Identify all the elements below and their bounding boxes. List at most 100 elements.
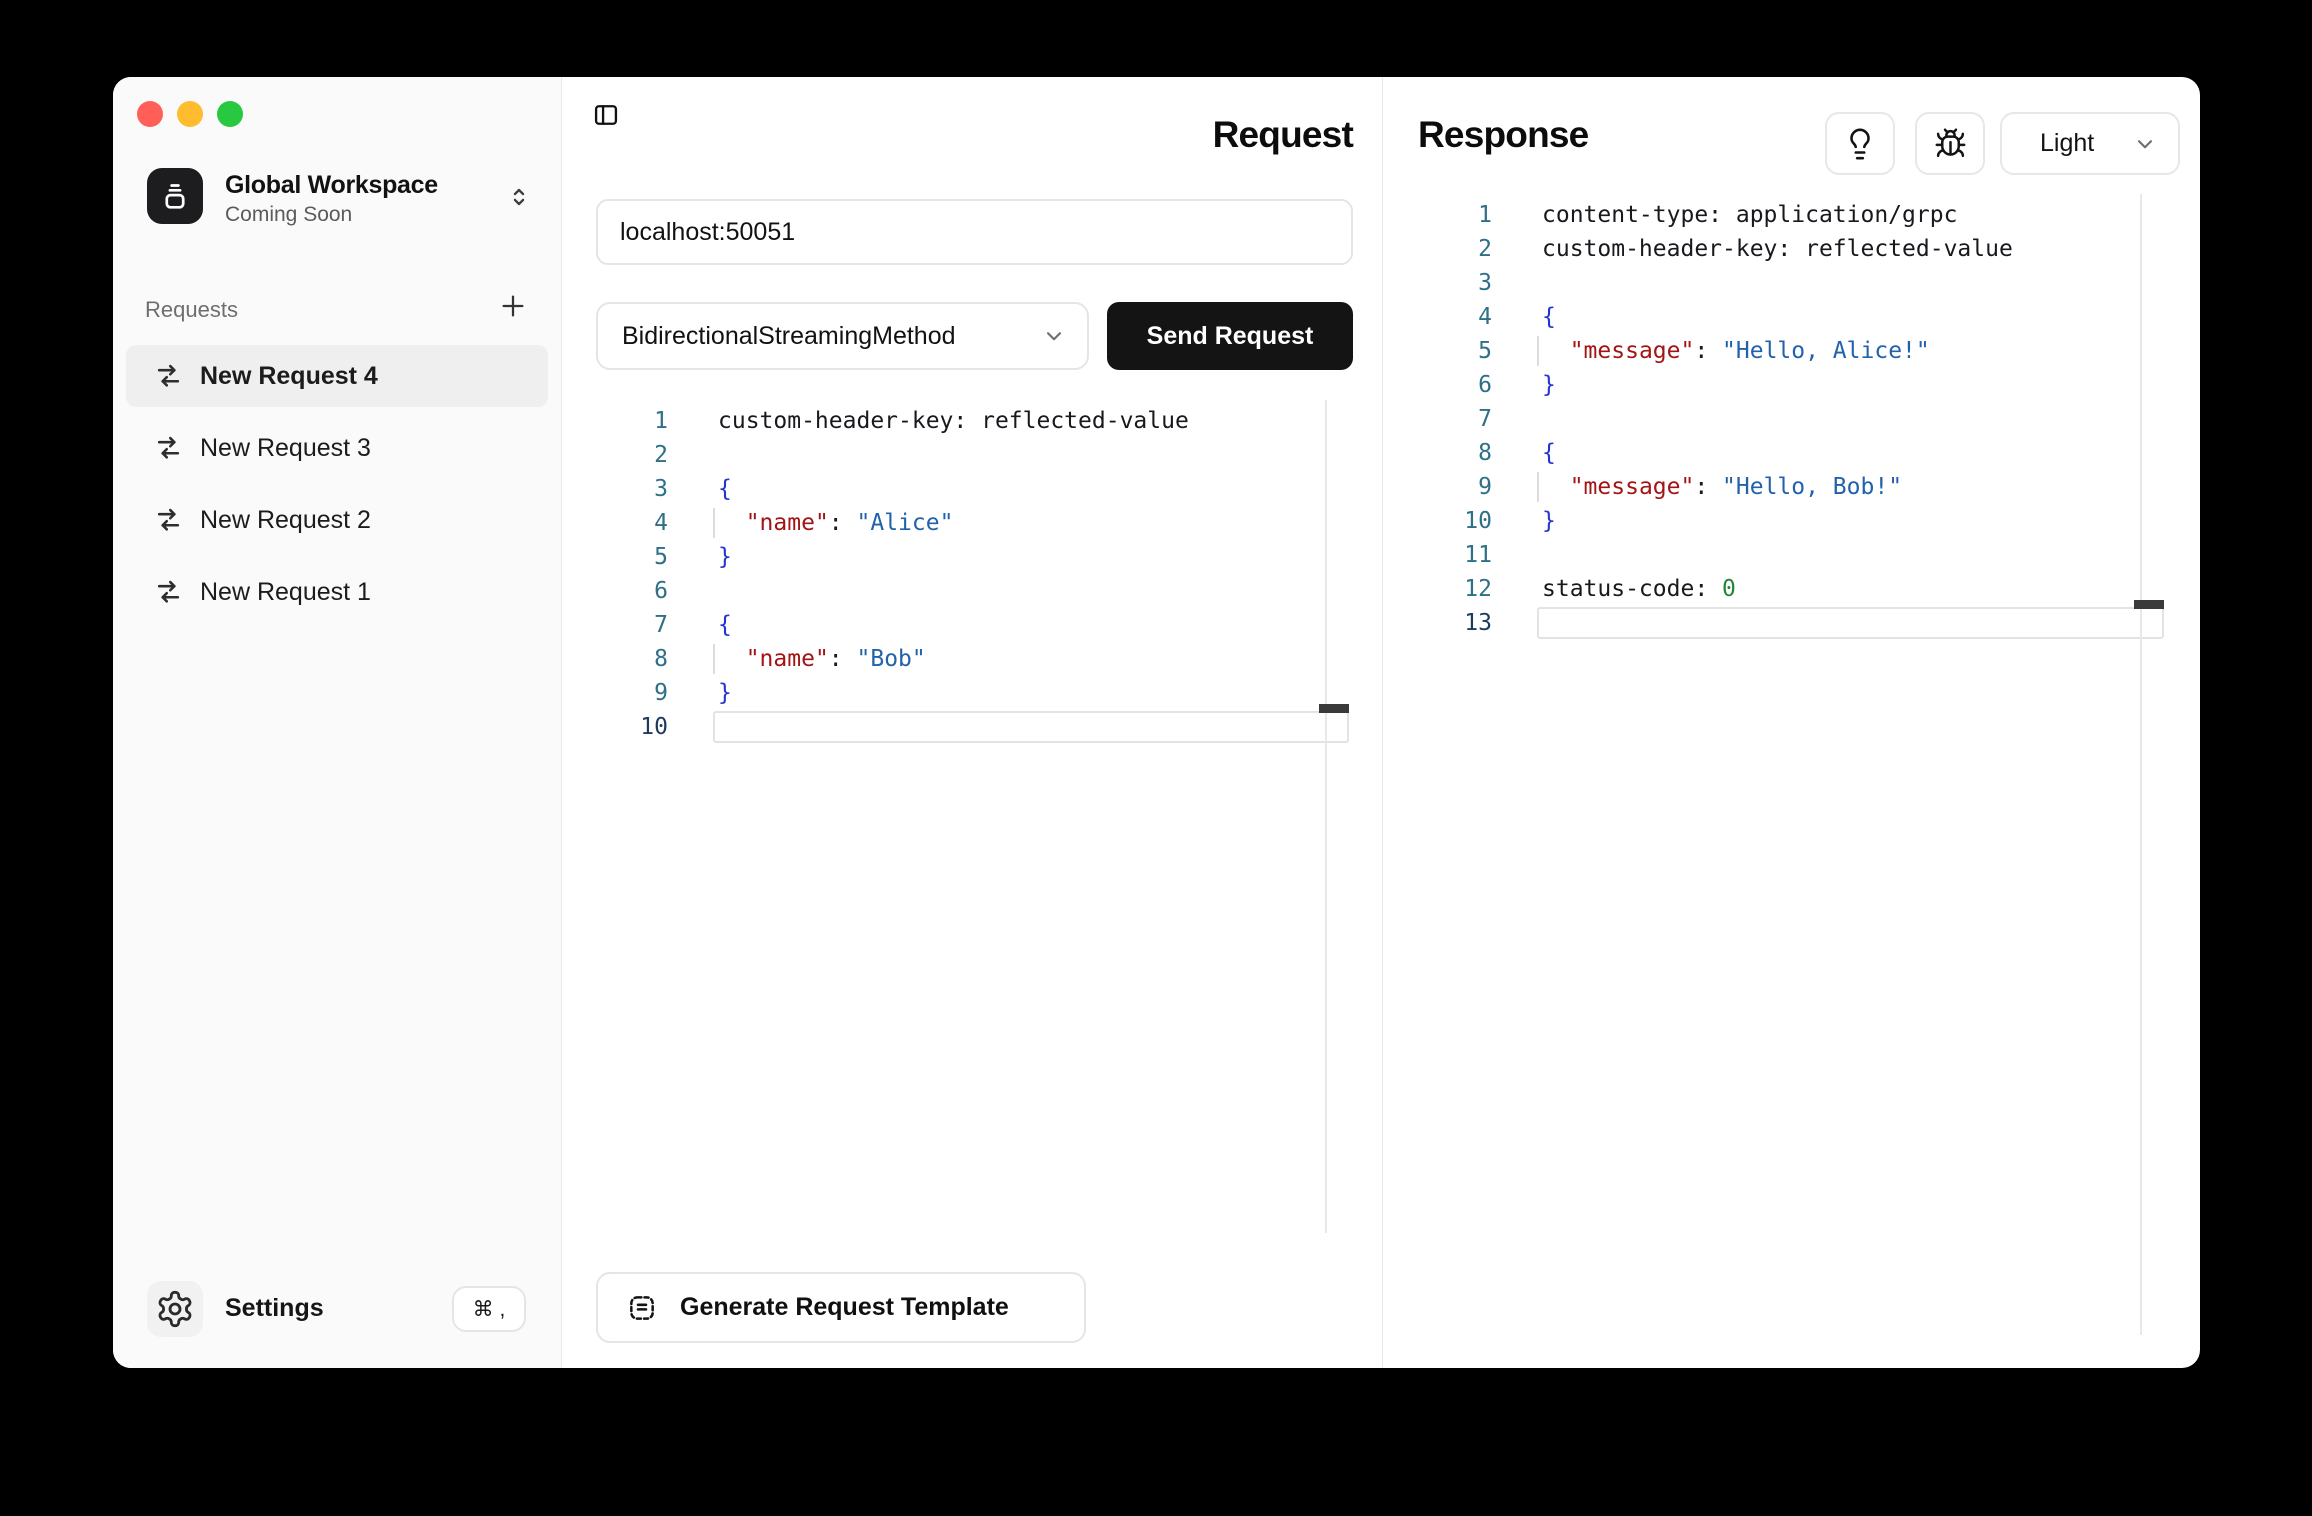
settings-label[interactable]: Settings bbox=[225, 1294, 324, 1323]
code-line: 8 "name": "Bob" bbox=[596, 642, 1353, 676]
code-line-content[interactable] bbox=[1492, 402, 2164, 436]
scrollbar-thumb[interactable] bbox=[2134, 600, 2164, 609]
line-number: 12 bbox=[1420, 572, 1492, 606]
send-request-button[interactable]: Send Request bbox=[1107, 302, 1353, 370]
request-panel-title: Request bbox=[1013, 114, 1353, 156]
code-line: 4{ bbox=[1420, 300, 2168, 334]
code-line-content[interactable]: { bbox=[668, 608, 1349, 642]
code-line-content[interactable]: "message": "Hello, Alice!" bbox=[1492, 334, 2164, 368]
code-line-content[interactable]: "message": "Hello, Bob!" bbox=[1492, 470, 2164, 504]
method-select-value: BidirectionalStreamingMethod bbox=[622, 322, 956, 351]
sidebar-toggle-button[interactable] bbox=[589, 99, 623, 133]
code-line: 13 bbox=[1420, 606, 2168, 640]
chevron-down-icon bbox=[2132, 131, 2158, 157]
code-line: 5 "message": "Hello, Alice!" bbox=[1420, 334, 2168, 368]
debug-button[interactable] bbox=[1915, 112, 1985, 175]
code-line-content[interactable]: custom-header-key: reflected-value bbox=[1492, 232, 2164, 266]
indent-guide bbox=[713, 644, 715, 674]
request-item-label: New Request 3 bbox=[200, 434, 371, 463]
dashed-template-icon bbox=[626, 1292, 658, 1324]
app-window: Global Workspace Coming Soon Requests Ne… bbox=[113, 77, 2200, 1368]
line-number: 2 bbox=[1420, 232, 1492, 266]
code-line: 2custom-header-key: reflected-value bbox=[1420, 232, 2168, 266]
code-line-content[interactable]: } bbox=[1492, 504, 2164, 538]
inbox-stack-icon bbox=[158, 179, 192, 213]
insight-button[interactable] bbox=[1825, 112, 1895, 175]
code-line-content[interactable]: content-type: application/grpc bbox=[1492, 198, 2164, 232]
line-number: 7 bbox=[1420, 402, 1492, 436]
code-line-content[interactable] bbox=[1492, 266, 2164, 300]
code-line-content[interactable] bbox=[1492, 538, 2164, 572]
arrows-right-left-icon bbox=[152, 578, 185, 606]
settings-icon-container[interactable] bbox=[147, 1281, 203, 1337]
plus-icon bbox=[498, 291, 528, 321]
line-number: 8 bbox=[596, 642, 668, 676]
code-line: 3 bbox=[1420, 266, 2168, 300]
scrollbar-thumb[interactable] bbox=[1319, 704, 1349, 713]
workspace-subtitle: Coming Soon bbox=[225, 203, 352, 227]
code-line-content[interactable] bbox=[668, 438, 1349, 472]
code-line: 1custom-header-key: reflected-value bbox=[596, 404, 1353, 438]
code-line-content[interactable]: { bbox=[1492, 300, 2164, 334]
code-line-content[interactable]: "name": "Bob" bbox=[668, 642, 1349, 676]
workspace-icon bbox=[147, 168, 203, 224]
bug-icon bbox=[1934, 127, 1967, 160]
sidebar-request-item[interactable]: New Request 3 bbox=[126, 417, 548, 479]
server-url-input[interactable] bbox=[596, 199, 1353, 265]
arrows-right-left-icon bbox=[152, 362, 185, 390]
chevron-up-down-icon bbox=[505, 183, 533, 211]
window-controls bbox=[137, 101, 243, 127]
code-line-content[interactable] bbox=[668, 710, 1349, 744]
indent-guide bbox=[713, 508, 715, 538]
code-line: 5} bbox=[596, 540, 1353, 574]
code-line-content[interactable]: } bbox=[1492, 368, 2164, 402]
code-line: 7 bbox=[1420, 402, 2168, 436]
sidebar-request-item[interactable]: New Request 2 bbox=[126, 489, 548, 551]
request-editor[interactable]: 1custom-header-key: reflected-value23{4 … bbox=[596, 400, 1353, 1233]
line-number: 3 bbox=[596, 472, 668, 506]
editor-right-border bbox=[1325, 400, 1327, 1233]
minimize-window-button[interactable] bbox=[177, 101, 203, 127]
code-line-content[interactable]: } bbox=[668, 676, 1349, 710]
code-line-content[interactable] bbox=[1492, 606, 2164, 640]
line-number: 13 bbox=[1420, 606, 1492, 640]
line-number: 4 bbox=[596, 506, 668, 540]
generate-request-template-label: Generate Request Template bbox=[680, 1293, 1009, 1322]
code-line-content[interactable] bbox=[668, 574, 1349, 608]
code-line-content[interactable]: status-code: 0 bbox=[1492, 572, 2164, 606]
line-number: 7 bbox=[596, 608, 668, 642]
sidebar-request-item[interactable]: New Request 1 bbox=[126, 561, 548, 623]
code-line: 12status-code: 0 bbox=[1420, 572, 2168, 606]
workspace-switcher[interactable]: Global Workspace Coming Soon bbox=[113, 165, 562, 229]
line-number: 3 bbox=[1420, 266, 1492, 300]
code-line: 6} bbox=[1420, 368, 2168, 402]
code-line-content[interactable]: { bbox=[1492, 436, 2164, 470]
line-number: 4 bbox=[1420, 300, 1492, 334]
sidebar-request-item[interactable]: New Request 4 bbox=[126, 345, 548, 407]
theme-select[interactable]: Light bbox=[2000, 112, 2180, 175]
close-window-button[interactable] bbox=[137, 101, 163, 127]
code-line-content[interactable]: "name": "Alice" bbox=[668, 506, 1349, 540]
response-panel-title: Response bbox=[1418, 114, 1588, 156]
response-editor[interactable]: 1content-type: application/grpc2custom-h… bbox=[1420, 194, 2168, 1335]
chevron-down-icon bbox=[1041, 323, 1067, 349]
code-line: 10 bbox=[596, 710, 1353, 744]
method-select[interactable]: BidirectionalStreamingMethod bbox=[596, 302, 1089, 370]
line-number: 2 bbox=[596, 438, 668, 472]
code-line-content[interactable]: { bbox=[668, 472, 1349, 506]
code-line-content[interactable]: custom-header-key: reflected-value bbox=[668, 404, 1349, 438]
arrows-right-left-icon bbox=[152, 506, 185, 534]
line-number: 6 bbox=[596, 574, 668, 608]
zoom-window-button[interactable] bbox=[217, 101, 243, 127]
settings-shortcut-badge: ⌘ , bbox=[452, 1286, 526, 1332]
arrows-right-left-icon bbox=[152, 434, 185, 462]
code-line: 9 "message": "Hello, Bob!" bbox=[1420, 470, 2168, 504]
code-line: 11 bbox=[1420, 538, 2168, 572]
line-number: 6 bbox=[1420, 368, 1492, 402]
code-line: 2 bbox=[596, 438, 1353, 472]
code-line-content[interactable]: } bbox=[668, 540, 1349, 574]
code-line: 6 bbox=[596, 574, 1353, 608]
generate-request-template-button[interactable]: Generate Request Template bbox=[596, 1272, 1086, 1343]
request-item-label: New Request 2 bbox=[200, 506, 371, 535]
add-request-button[interactable] bbox=[495, 289, 531, 325]
